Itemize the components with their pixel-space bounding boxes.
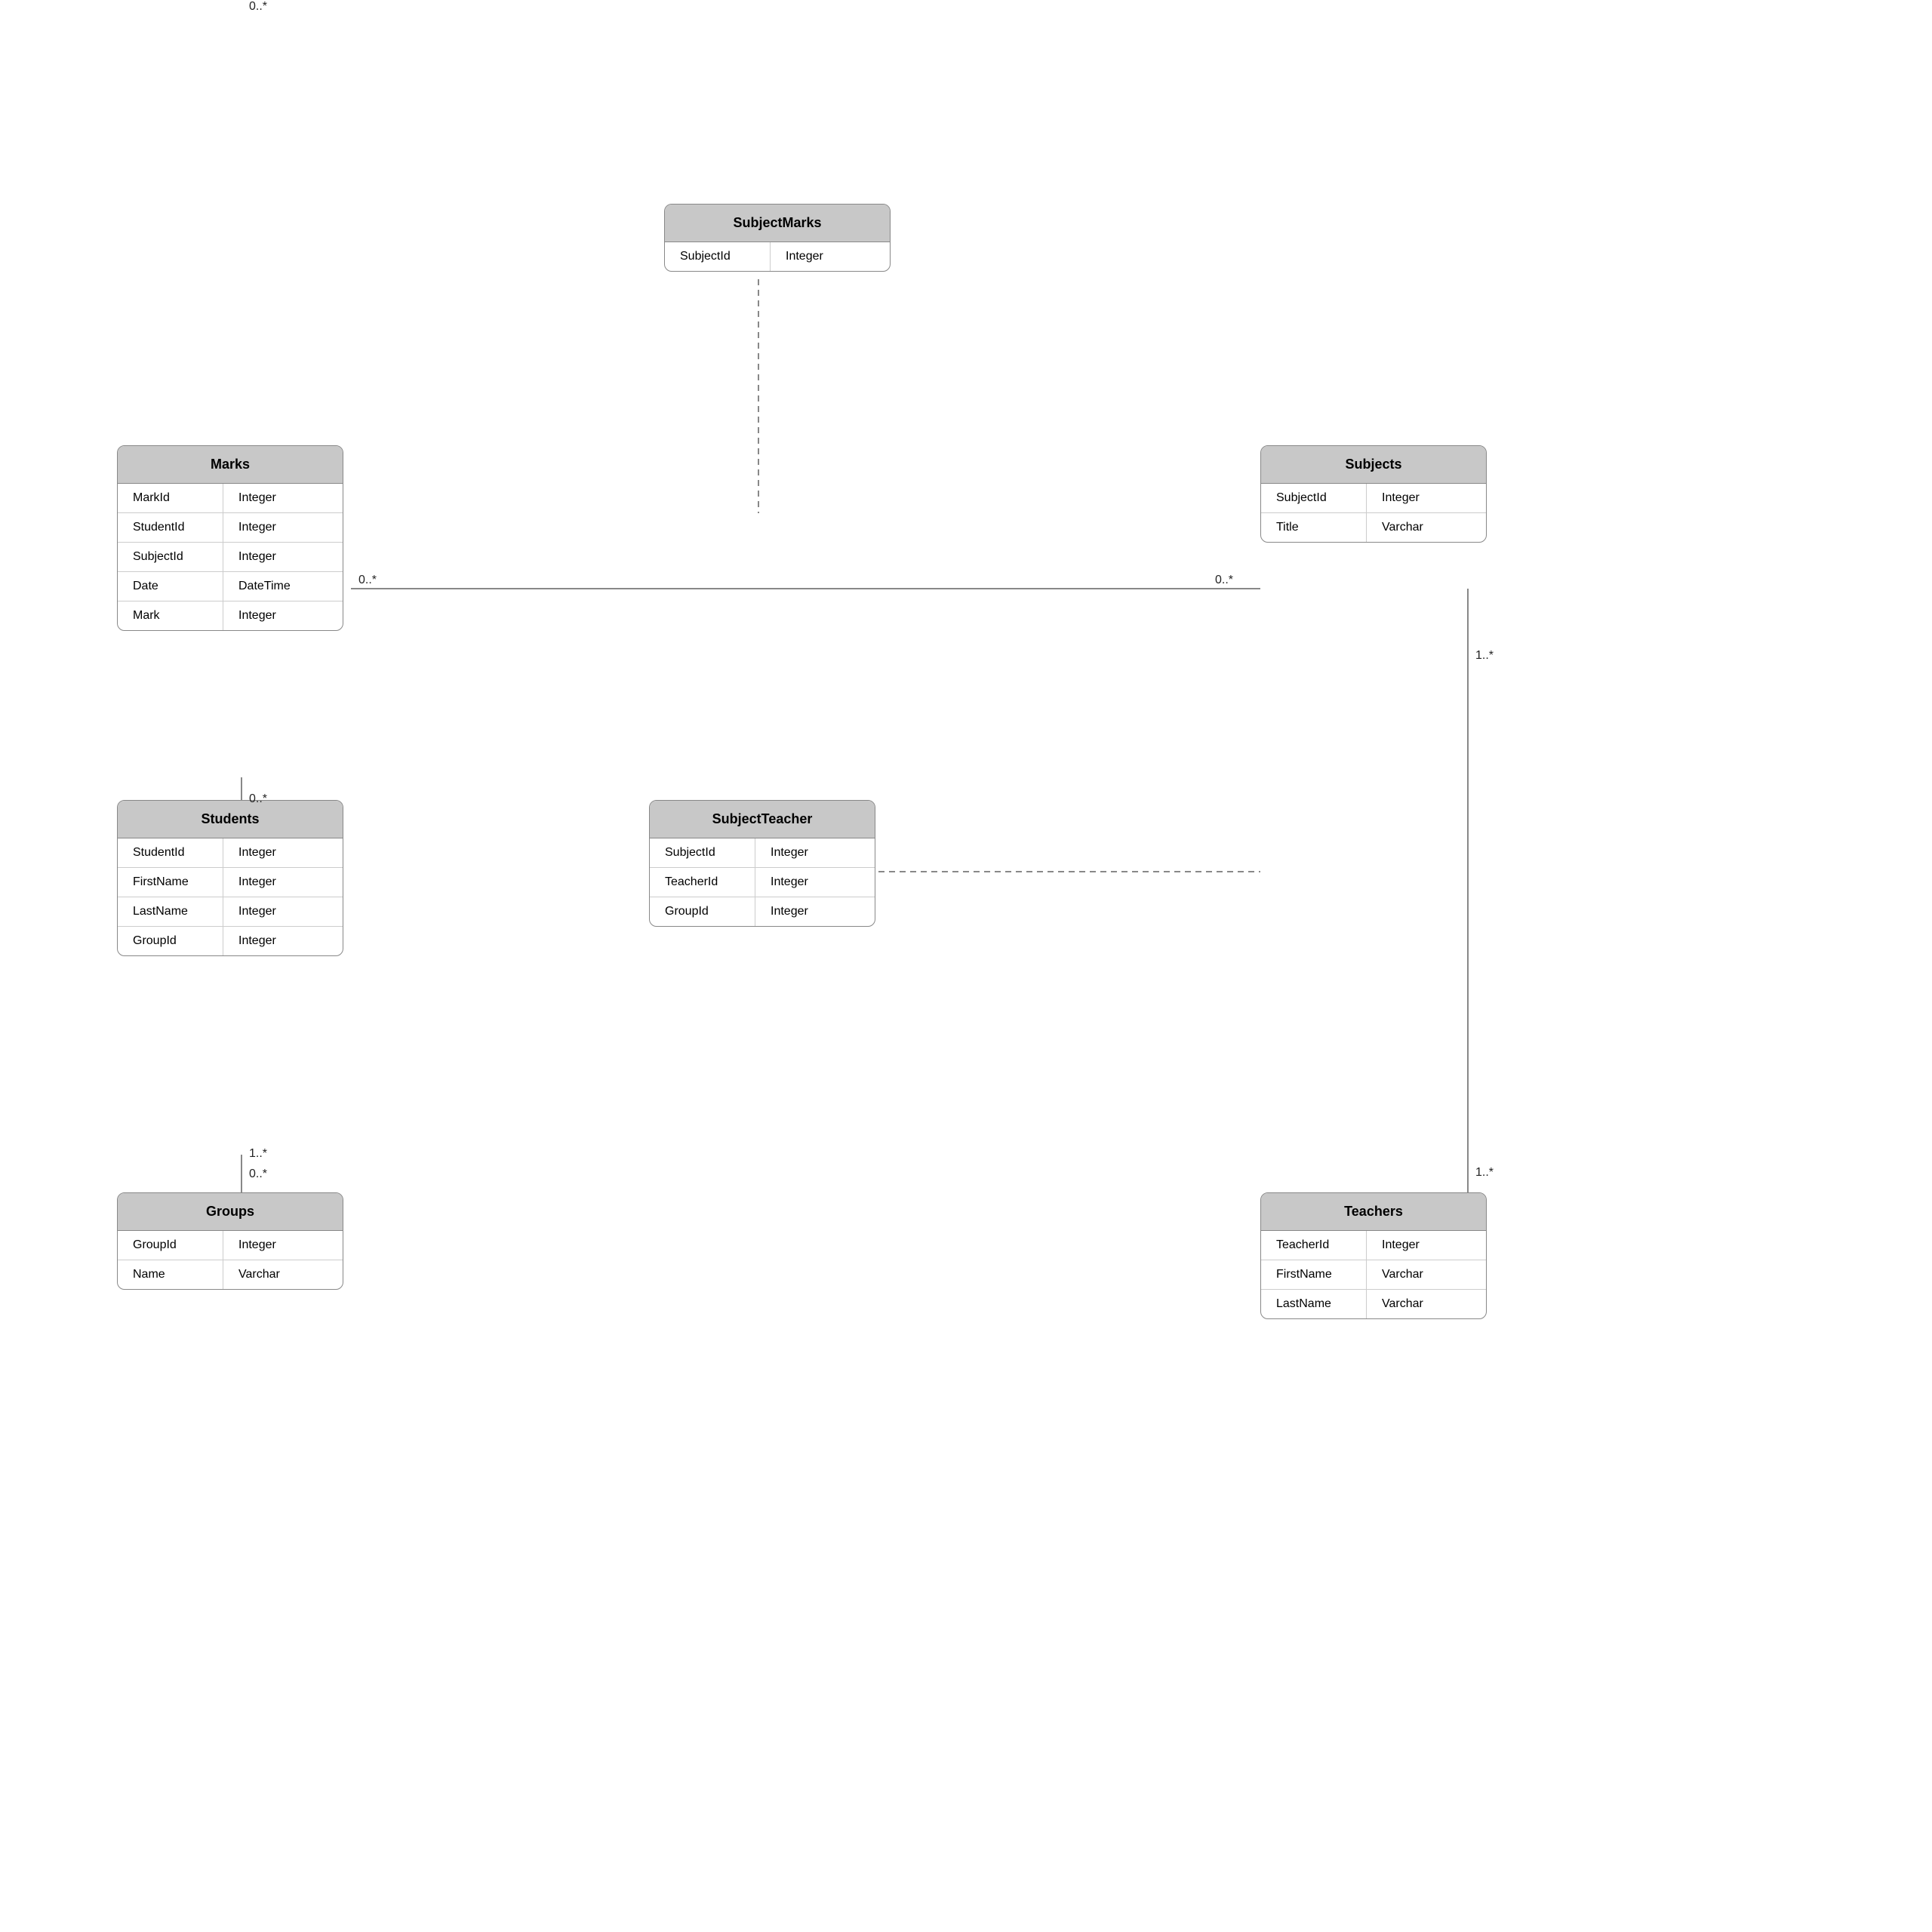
field-name: SubjectId (1261, 484, 1367, 512)
table-title-students: Students (118, 801, 343, 838)
field-name: FirstName (1261, 1260, 1367, 1289)
field-type: Integer (755, 897, 861, 926)
multiplicity-marks-bottom: 0..* (249, 0, 267, 14)
table-title-subjectmarks: SubjectMarks (665, 205, 890, 242)
table-row: TeacherId Integer (1261, 1231, 1486, 1260)
field-type: Integer (755, 838, 861, 867)
field-name: GroupId (650, 897, 755, 926)
table-groups: Groups GroupId Integer Name Varchar (117, 1192, 343, 1290)
field-name: Date (118, 572, 223, 601)
table-subjectteacher: SubjectTeacher SubjectId Integer Teacher… (649, 800, 875, 927)
field-name: TeacherId (1261, 1231, 1367, 1260)
field-name: SubjectId (665, 242, 771, 271)
field-name: GroupId (118, 1231, 223, 1260)
field-type: Integer (223, 838, 329, 867)
field-type: Varchar (1367, 1290, 1472, 1318)
field-type: Integer (223, 868, 329, 897)
multiplicity-subjects-bottom: 1..* (1475, 649, 1494, 663)
field-name: Title (1261, 513, 1367, 542)
multiplicity-groups-top: 0..* (249, 1168, 267, 1181)
table-row: GroupId Integer (118, 1231, 343, 1260)
table-students: Students StudentId Integer FirstName Int… (117, 800, 343, 956)
field-name: Mark (118, 601, 223, 630)
table-row: SubjectId Integer (665, 242, 890, 271)
field-name: GroupId (118, 927, 223, 955)
table-row: GroupId Integer (118, 927, 343, 955)
field-type: Integer (223, 927, 329, 955)
table-row: LastName Integer (118, 897, 343, 927)
field-type: Integer (755, 868, 861, 897)
diagram-container: SubjectMarks SubjectId Integer Marks Mar… (0, 0, 1932, 1932)
field-type: Integer (223, 543, 329, 571)
field-type: DateTime (223, 572, 329, 601)
table-row: Name Varchar (118, 1260, 343, 1289)
multiplicity-marks-left: 0..* (358, 574, 377, 587)
table-row: MarkId Integer (118, 484, 343, 513)
field-name: TeacherId (650, 868, 755, 897)
table-title-groups: Groups (118, 1193, 343, 1231)
table-row: TeacherId Integer (650, 868, 875, 897)
field-type: Varchar (1367, 513, 1472, 542)
field-type: Integer (223, 484, 329, 512)
field-type: Varchar (223, 1260, 329, 1289)
table-row: SubjectId Integer (1261, 484, 1486, 513)
multiplicity-teachers-top: 1..* (1475, 1166, 1494, 1180)
field-name: SubjectId (650, 838, 755, 867)
table-subjects: Subjects SubjectId Integer Title Varchar (1260, 445, 1487, 543)
table-row: FirstName Integer (118, 868, 343, 897)
table-row: SubjectId Integer (650, 838, 875, 868)
table-subjectmarks: SubjectMarks SubjectId Integer (664, 204, 891, 272)
field-type: Varchar (1367, 1260, 1472, 1289)
table-row: Mark Integer (118, 601, 343, 630)
table-row: GroupId Integer (650, 897, 875, 926)
field-type: Integer (771, 242, 876, 271)
table-teachers: Teachers TeacherId Integer FirstName Var… (1260, 1192, 1487, 1319)
field-type: Integer (223, 897, 329, 926)
connector-svg (0, 0, 1932, 1932)
table-row: Date DateTime (118, 572, 343, 601)
table-title-marks: Marks (118, 446, 343, 484)
table-marks: Marks MarkId Integer StudentId Integer S… (117, 445, 343, 631)
field-name: StudentId (118, 838, 223, 867)
table-row: LastName Varchar (1261, 1290, 1486, 1318)
field-name: LastName (118, 897, 223, 926)
field-name: StudentId (118, 513, 223, 542)
field-name: Name (118, 1260, 223, 1289)
multiplicity-students-bottom: 1..* (249, 1147, 267, 1161)
field-name: LastName (1261, 1290, 1367, 1318)
multiplicity-subjects-left: 0..* (1215, 574, 1233, 587)
multiplicity-students-top: 0..* (249, 792, 267, 806)
table-title-teachers: Teachers (1261, 1193, 1486, 1231)
field-type: Integer (1367, 484, 1472, 512)
field-type: Integer (223, 601, 329, 630)
table-row: StudentId Integer (118, 838, 343, 868)
table-title-subjects: Subjects (1261, 446, 1486, 484)
field-name: MarkId (118, 484, 223, 512)
table-row: Title Varchar (1261, 513, 1486, 542)
field-type: Integer (223, 1231, 329, 1260)
field-type: Integer (1367, 1231, 1472, 1260)
table-row: StudentId Integer (118, 513, 343, 543)
field-name: SubjectId (118, 543, 223, 571)
table-row: FirstName Varchar (1261, 1260, 1486, 1290)
field-type: Integer (223, 513, 329, 542)
table-row: SubjectId Integer (118, 543, 343, 572)
field-name: FirstName (118, 868, 223, 897)
table-title-subjectteacher: SubjectTeacher (650, 801, 875, 838)
